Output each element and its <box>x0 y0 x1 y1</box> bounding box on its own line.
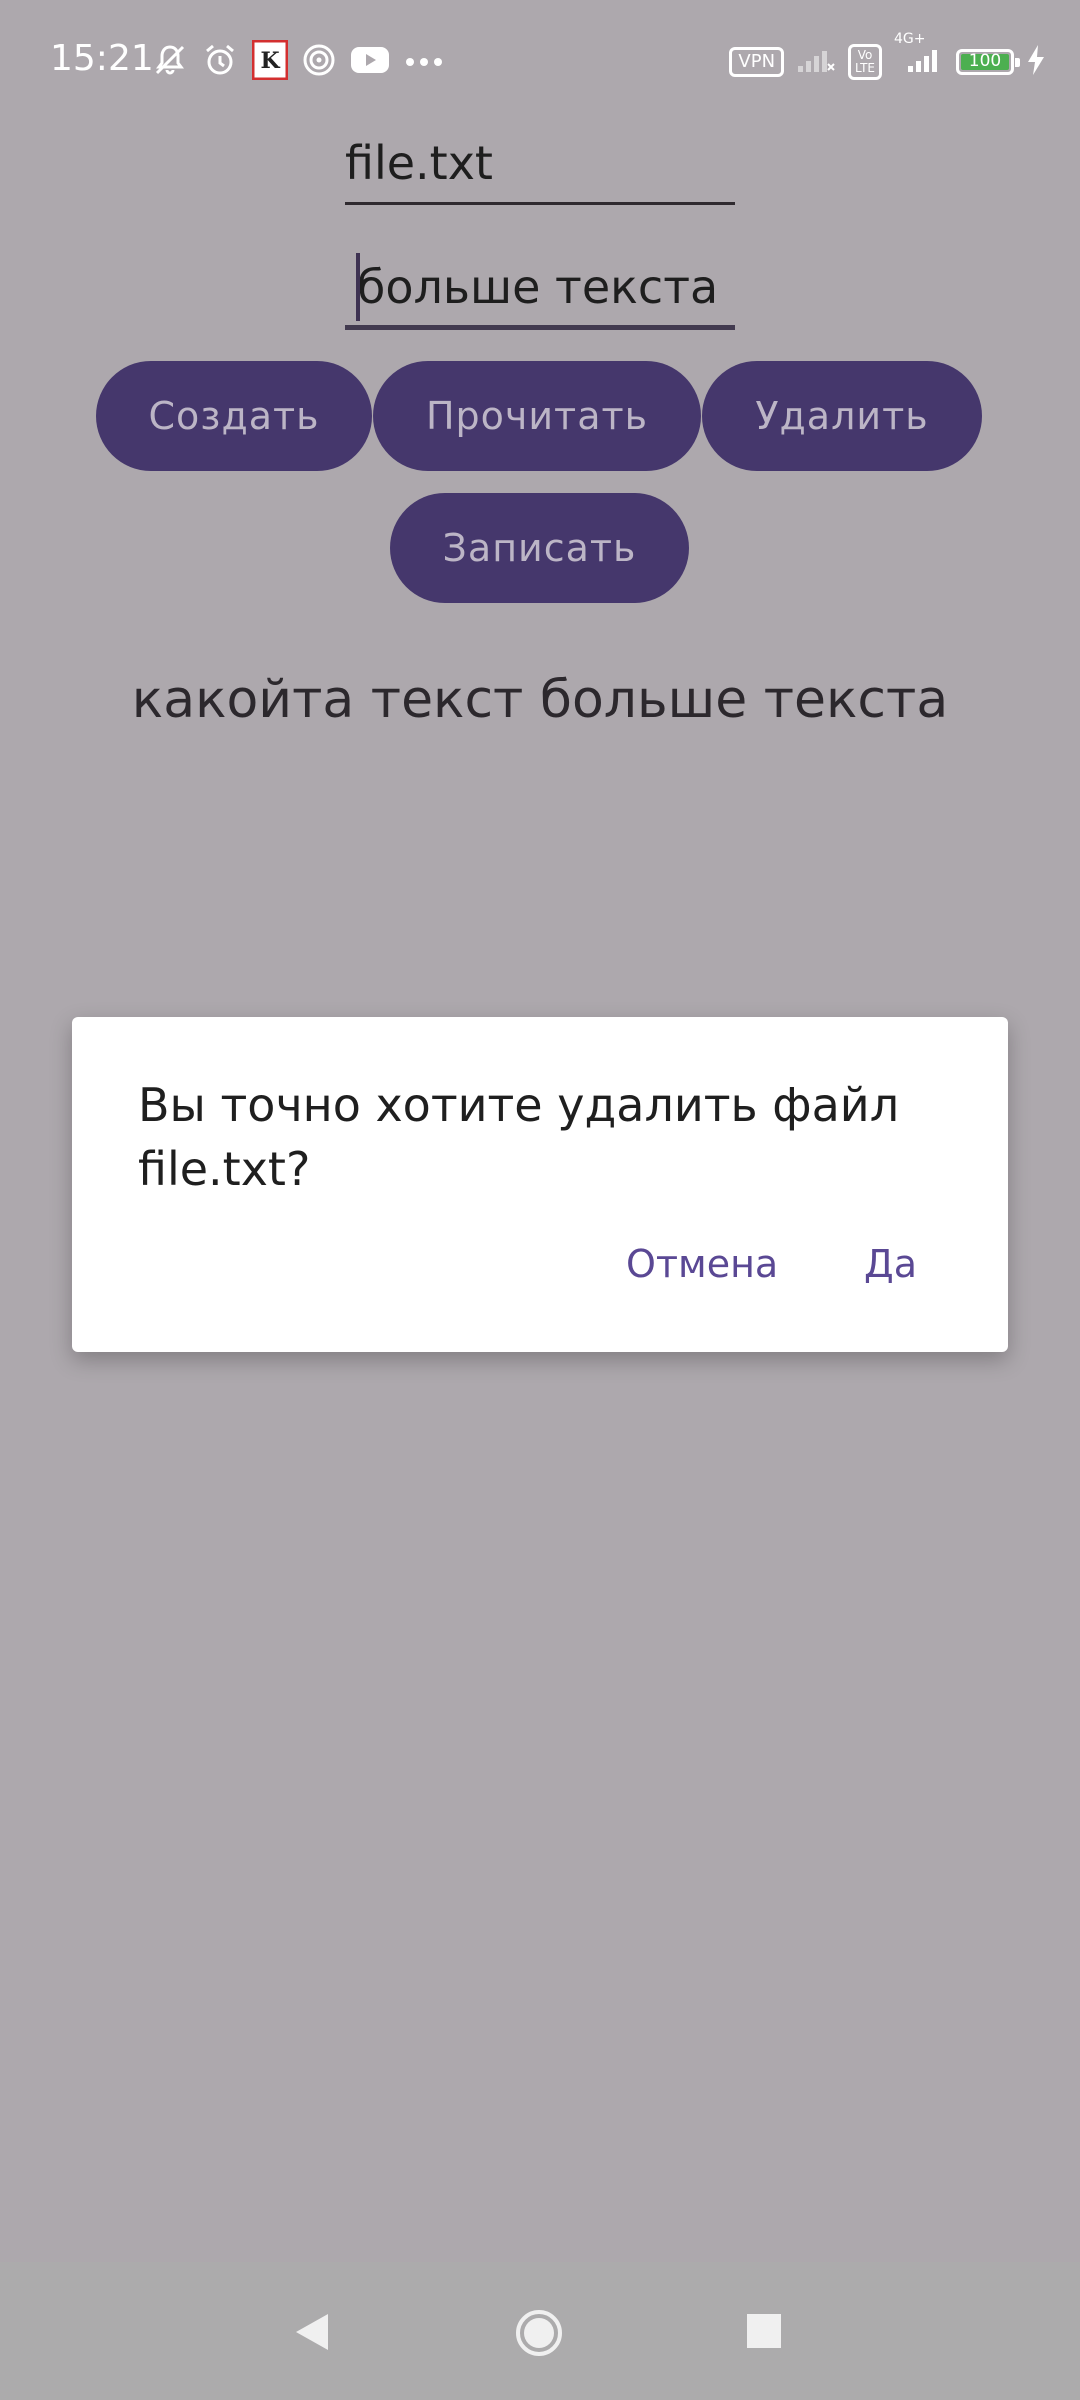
network-type-label: 4G+ <box>894 31 926 47</box>
dialog-cancel-button[interactable]: Отмена <box>626 1242 778 1286</box>
home-icon[interactable] <box>514 2308 564 2362</box>
status-icons-left: K <box>152 39 444 84</box>
signal-weak-icon <box>796 46 836 78</box>
text-input-value: больше текста <box>357 260 719 314</box>
create-button[interactable]: Создать <box>96 361 372 471</box>
text-field[interactable]: больше текста <box>345 253 735 330</box>
text-cursor <box>356 253 360 321</box>
filename-underline <box>345 202 735 205</box>
status-time: 15:21 <box>50 38 154 79</box>
vpn-badge: VPN <box>729 47 785 77</box>
dialog-message: Вы точно хотите удалить файл file.txt? <box>138 1078 900 1196</box>
battery-indicator: 100 <box>956 49 1020 75</box>
filename-field[interactable]: file.txt <box>345 128 735 205</box>
app-k-icon: K <box>251 39 289 84</box>
svg-text:K: K <box>260 48 280 74</box>
volte-badge: Vo LTE <box>848 44 882 80</box>
navigation-bar <box>0 2262 1080 2400</box>
youtube-icon <box>350 45 390 79</box>
recents-icon[interactable] <box>746 2313 782 2353</box>
delete-button[interactable]: Удалить <box>702 361 982 471</box>
filename-input-value: file.txt <box>345 136 493 190</box>
read-button[interactable]: Прочитать <box>373 361 701 471</box>
battery-level: 100 <box>968 51 1002 71</box>
write-button[interactable]: Записать <box>390 493 689 603</box>
status-icons-right: VPN Vo LTE 4G+ 100 <box>729 32 1046 80</box>
delete-confirm-dialog: Вы точно хотите удалить файл file.txt? О… <box>72 1017 1008 1352</box>
spiral-icon <box>302 43 336 81</box>
text-underline <box>345 325 735 330</box>
more-dots-icon <box>404 53 444 72</box>
signal-icon: 4G+ <box>894 32 944 78</box>
battery-cap <box>1015 58 1020 67</box>
bell-off-icon <box>152 42 188 82</box>
dialog-confirm-button[interactable]: Да <box>864 1242 917 1286</box>
back-icon[interactable] <box>292 2312 332 2356</box>
file-content-text: какойта текст больше текста <box>131 670 949 730</box>
charging-icon <box>1026 44 1046 80</box>
alarm-icon <box>202 42 238 82</box>
